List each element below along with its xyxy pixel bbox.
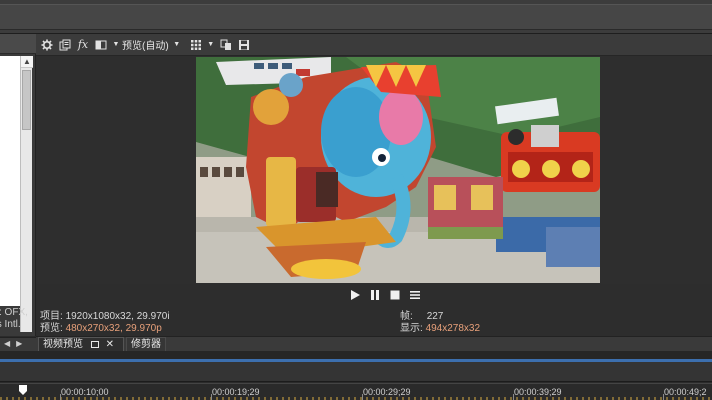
- preview-toolbar: fx ▼ 预览(自动) ▼ ▼: [36, 34, 712, 56]
- project-label: 项目:: [40, 311, 63, 322]
- video-frame-image: [196, 57, 600, 283]
- stop-icon[interactable]: [387, 287, 403, 303]
- timeline-ruler[interactable]: 00:00:10;00 00:00:19;29 00:00:29;29 00:0…: [0, 383, 712, 400]
- scroll-up-icon[interactable]: ▲: [21, 56, 33, 68]
- display-label: 显示:: [400, 323, 423, 334]
- timecode-label: 00:00:19;29: [212, 387, 260, 397]
- preview-quality-select[interactable]: 预览(自动): [122, 37, 169, 52]
- grid-caret-icon[interactable]: ▼: [207, 38, 215, 52]
- left-info-line-2: ts Intl.: [0, 319, 21, 330]
- left-panel-footer: ◀▶: [0, 337, 36, 351]
- timecode-label: 00:00:10;00: [61, 387, 109, 397]
- play-icon[interactable]: [347, 287, 363, 303]
- maximize-icon[interactable]: [90, 340, 99, 348]
- left-panel-list: [0, 56, 20, 306]
- scroll-thumb[interactable]: [22, 70, 31, 130]
- left-panel-header: [0, 34, 36, 54]
- tab-trimmer[interactable]: 修剪器: [126, 337, 166, 351]
- close-icon[interactable]: ✕: [106, 339, 114, 350]
- frame-label: 帧:: [400, 311, 413, 322]
- dropdown-caret-icon[interactable]: ▼: [112, 38, 120, 52]
- pause-icon[interactable]: [367, 287, 383, 303]
- timecode-label: 00:00:29;29: [363, 387, 411, 397]
- fx-icon[interactable]: fx: [76, 38, 90, 52]
- video-preview-panel: fx ▼ 预览(自动) ▼ ▼ 项目: 1920x1080x32, 29.970…: [36, 34, 712, 336]
- tab-video-preview[interactable]: 视频预览 ✕: [38, 337, 124, 351]
- timecode-label: 00:00:49;2: [664, 387, 707, 397]
- playhead-icon[interactable]: [18, 384, 28, 396]
- frame-info: 帧: 227 显示: 494x278x32: [400, 311, 480, 335]
- menu-icon[interactable]: [407, 287, 423, 303]
- grid-icon[interactable]: [189, 38, 203, 52]
- preview-value: 480x270x32, 29.970p: [65, 323, 162, 334]
- scroll-arrows-icon[interactable]: ◀▶: [4, 339, 28, 348]
- preview-quality-caret-icon[interactable]: ▼: [173, 38, 181, 52]
- copy-icon[interactable]: [58, 38, 72, 52]
- copy-snapshot-icon[interactable]: [219, 38, 233, 52]
- transport-controls: [36, 284, 712, 306]
- left-panel: ▲ s: OFX, ts Intl.: [0, 34, 36, 336]
- timecode-label: 00:00:39;29: [514, 387, 562, 397]
- video-frame: [196, 57, 600, 283]
- tab-trimmer-label: 修剪器: [131, 339, 161, 350]
- top-strip: [0, 4, 712, 30]
- frame-value: 227: [426, 311, 444, 322]
- tab-video-preview-label: 视频预览: [43, 339, 83, 350]
- panel-tab-bar: 视频预览 ✕ 修剪器: [36, 336, 712, 351]
- project-value: 1920x1080x32, 29.970i: [65, 311, 170, 322]
- window-top-bar: [0, 0, 712, 34]
- display-value: 494x278x32: [425, 323, 481, 334]
- project-info: 项目: 1920x1080x32, 29.970i 预览: 480x270x32…: [40, 311, 170, 335]
- left-info-line-1: s: OFX,: [0, 307, 28, 318]
- timeline-marker-band: [0, 362, 712, 382]
- preview-viewport: [36, 56, 712, 284]
- gear-icon[interactable]: [40, 38, 54, 52]
- split-screen-icon[interactable]: [94, 38, 108, 52]
- save-snapshot-icon[interactable]: [237, 38, 251, 52]
- preview-label: 预览:: [40, 323, 63, 334]
- left-scrollbar[interactable]: ▲: [20, 56, 33, 332]
